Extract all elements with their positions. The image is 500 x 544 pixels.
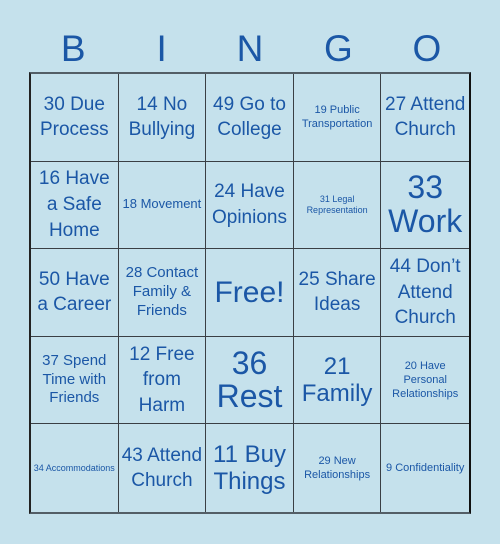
bingo-cell[interactable]: 34 Accommodations: [31, 424, 119, 512]
bingo-cell[interactable]: 14 No Bullying: [118, 74, 207, 162]
free-space-cell[interactable]: Free!: [206, 249, 294, 337]
bingo-board: 30 Due Process 14 No Bullying 49 Go to C…: [29, 72, 471, 514]
bingo-cell[interactable]: 33 Work: [381, 162, 469, 250]
bingo-cell[interactable]: 27 Attend Church: [381, 74, 469, 162]
bingo-cell[interactable]: 9 Confidentiality: [381, 424, 469, 512]
bingo-cell[interactable]: 43 Attend Church: [119, 424, 207, 512]
bingo-cell[interactable]: 49 Go to College: [206, 74, 294, 162]
header-letter-g: G: [324, 28, 353, 69]
bingo-header: B I N G O: [29, 28, 471, 70]
bingo-cell[interactable]: 36 Rest: [206, 336, 294, 425]
bingo-cell[interactable]: 16 Have a Safe Home: [31, 161, 119, 250]
bingo-cell[interactable]: 30 Due Process: [31, 74, 119, 162]
bingo-cell[interactable]: 21 Family: [293, 336, 382, 425]
header-letter-b: B: [60, 28, 86, 69]
bingo-cell[interactable]: 28 Contact Family & Friends: [118, 249, 207, 337]
bingo-cell[interactable]: 31 Legal Representation: [293, 161, 382, 250]
header-letter-i: I: [156, 28, 167, 69]
bingo-cell[interactable]: 20 Have Personal Relationships: [381, 337, 469, 425]
bingo-cell[interactable]: 50 Have a Career: [31, 249, 119, 337]
bingo-cell[interactable]: 12 Free from Harm: [118, 336, 207, 425]
bingo-cell[interactable]: 25 Share Ideas: [293, 249, 382, 337]
header-letter-n: N: [236, 28, 264, 69]
bingo-cell[interactable]: 37 Spend Time with Friends: [31, 336, 119, 425]
bingo-cell[interactable]: 29 New Relationships: [294, 424, 382, 512]
bingo-cell[interactable]: 19 Public Transportation: [293, 74, 382, 162]
header-letter-o: O: [412, 28, 442, 69]
bingo-cell[interactable]: 24 Have Opinions: [206, 161, 294, 250]
bingo-cell[interactable]: 11 Buy Things: [206, 424, 294, 512]
bingo-cell[interactable]: 44 Don’t Attend Church: [381, 249, 469, 337]
bingo-cell[interactable]: 18 Movement: [118, 161, 207, 250]
